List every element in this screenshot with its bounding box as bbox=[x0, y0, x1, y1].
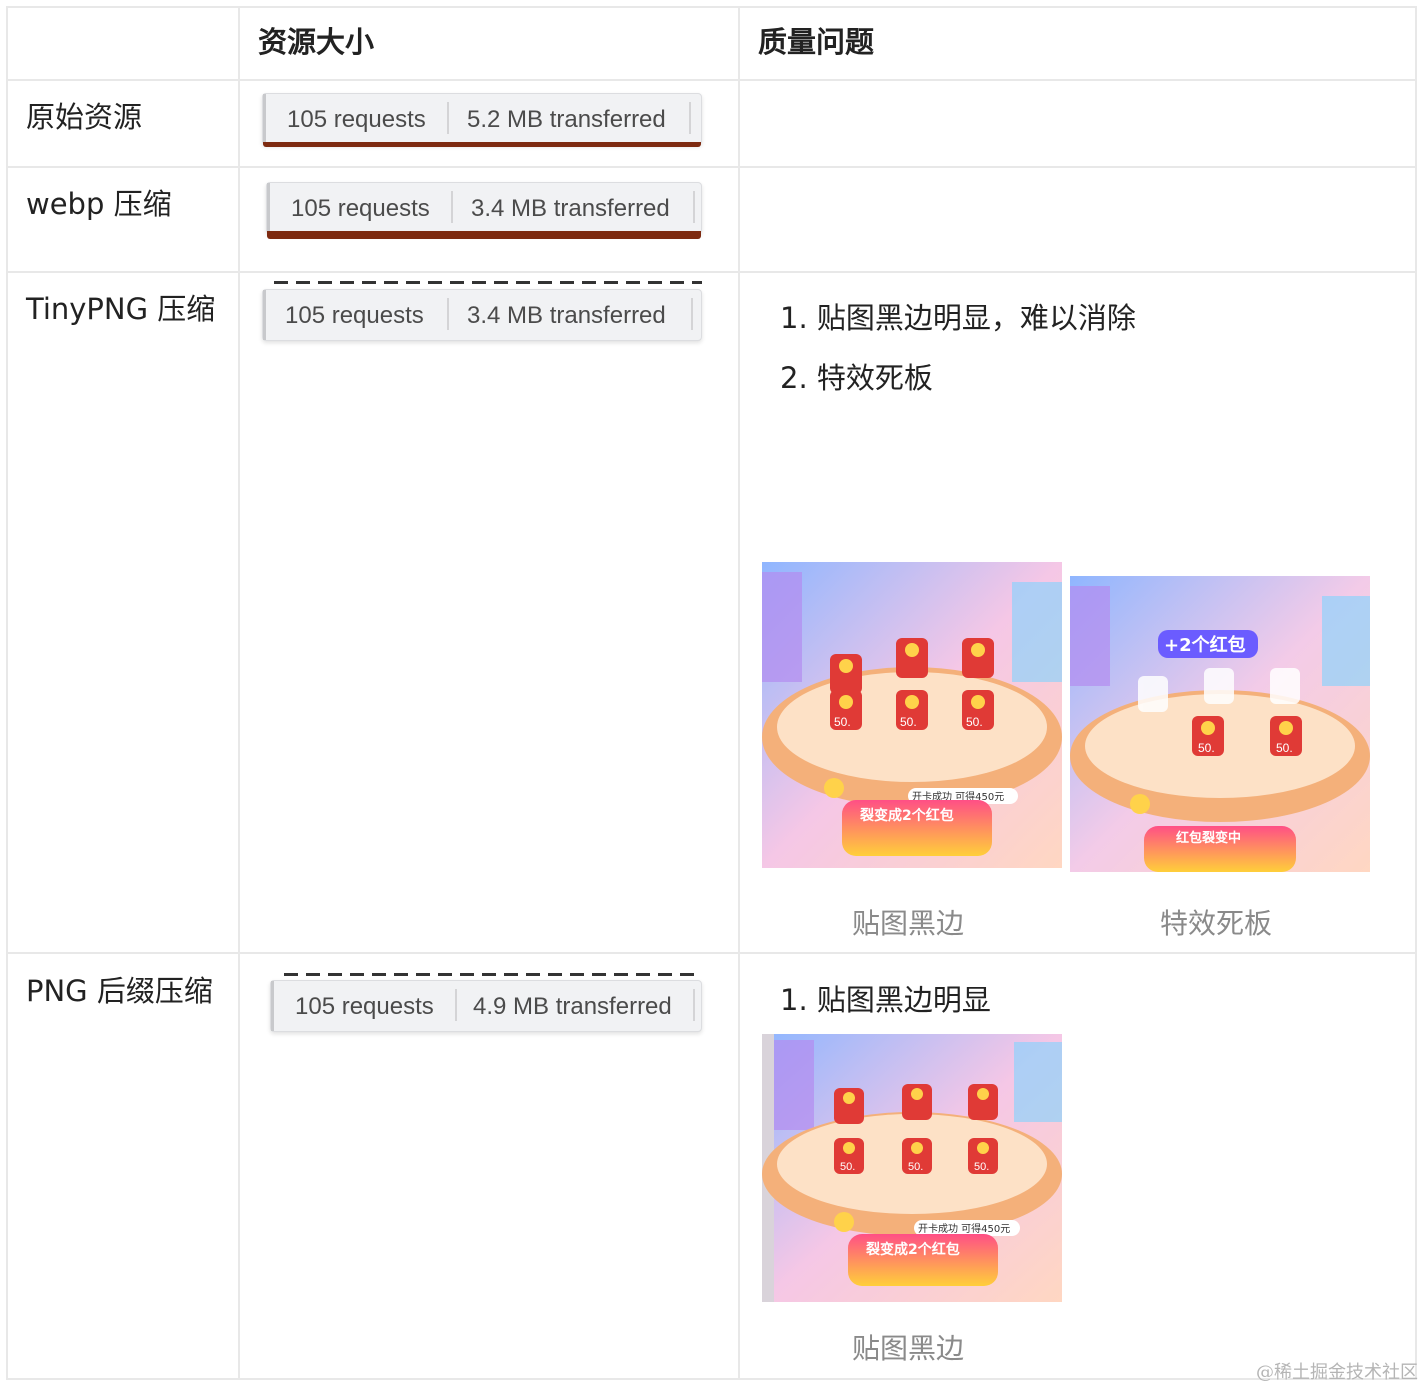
issue-item: 1. 贴图黑边明显，难以消除 bbox=[780, 301, 1136, 335]
row-label-original: 原始资源 bbox=[26, 100, 143, 134]
splitting-button-label: 红包裂变中 bbox=[1176, 830, 1241, 846]
network-summary-panel: 105 requests 4.9 MB transferred bbox=[270, 980, 702, 1032]
svg-text:50.: 50. bbox=[966, 715, 983, 729]
svg-text:50.: 50. bbox=[834, 715, 851, 729]
screenshot-black-edge: 50. 50. 50. 开卡成功 可得450元 裂变成2个红包 bbox=[762, 562, 1062, 868]
watermark: @稀土掘金技术社区 bbox=[1256, 1362, 1418, 1383]
cropped-url-text bbox=[274, 278, 702, 286]
requests-count: 105 requests bbox=[291, 195, 430, 222]
success-tag: 开卡成功 可得450元 bbox=[918, 1222, 1010, 1235]
table-border-right bbox=[1415, 6, 1417, 1380]
transferred-size: 3.4 MB transferred bbox=[471, 195, 670, 222]
header-resource-size: 资源大小 bbox=[258, 25, 375, 59]
row-label-png-suffix: PNG 后缀压缩 bbox=[26, 974, 213, 1008]
svg-text:50.: 50. bbox=[900, 715, 917, 729]
screenshot-stiff-effect: +2个红包 50. 50. 红包裂变中 bbox=[1070, 576, 1370, 872]
column-divider bbox=[238, 6, 240, 1380]
svg-text:50.: 50. bbox=[908, 1161, 923, 1173]
table-border-bottom bbox=[6, 1378, 1417, 1380]
row-divider bbox=[6, 952, 1417, 954]
row-label-webp: webp 压缩 bbox=[26, 187, 172, 221]
game-scene-image: 50. 50. 50. 开卡成功 可得450元 裂变成2个红包 bbox=[762, 562, 1062, 868]
table-border-left bbox=[6, 6, 8, 1380]
row-divider bbox=[6, 166, 1417, 168]
comparison-table: 资源大小 质量问题 原始资源 105 requests 5.2 MB trans… bbox=[6, 6, 1417, 1380]
cropped-url-text bbox=[284, 970, 702, 978]
network-summary-panel: 105 requests 3.4 MB transferred bbox=[266, 182, 702, 239]
svg-text:50.: 50. bbox=[1198, 741, 1215, 755]
network-summary-panel: 105 requests 5.2 MB transferred bbox=[262, 93, 702, 147]
table-border-top bbox=[6, 6, 1417, 8]
requests-count: 105 requests bbox=[287, 106, 426, 133]
game-scene-image: +2个红包 50. 50. 红包裂变中 bbox=[1070, 576, 1370, 872]
svg-text:50.: 50. bbox=[1276, 741, 1293, 755]
row-divider bbox=[6, 79, 1417, 81]
column-divider bbox=[738, 6, 740, 1380]
issue-item: 2. 特效死板 bbox=[780, 361, 933, 395]
split-button-label: 裂变成2个红包 bbox=[865, 1241, 960, 1258]
caption-black-edge: 贴图黑边 bbox=[852, 1332, 965, 1365]
game-scene-image: 50. 50. 50. 开卡成功 可得450元 裂变成2个红包 bbox=[762, 1034, 1062, 1302]
caption-stiff-effect: 特效死板 bbox=[1160, 907, 1273, 940]
svg-text:50.: 50. bbox=[840, 1161, 855, 1173]
requests-count: 105 requests bbox=[295, 993, 434, 1020]
screenshot-black-edge-png: 50. 50. 50. 开卡成功 可得450元 裂变成2个红包 bbox=[762, 1034, 1062, 1302]
requests-count: 105 requests bbox=[285, 302, 424, 329]
bonus-badge: +2个红包 bbox=[1164, 634, 1246, 656]
transferred-size: 5.2 MB transferred bbox=[467, 106, 666, 133]
transferred-size: 3.4 MB transferred bbox=[467, 302, 666, 329]
network-summary-panel: 105 requests 3.4 MB transferred bbox=[262, 289, 702, 341]
row-divider bbox=[6, 271, 1417, 273]
split-button-label: 裂变成2个红包 bbox=[859, 807, 954, 824]
transferred-size: 4.9 MB transferred bbox=[473, 993, 672, 1020]
caption-black-edge: 贴图黑边 bbox=[852, 907, 965, 940]
row-label-tinypng: TinyPNG 压缩 bbox=[26, 292, 216, 326]
header-quality-issues: 质量问题 bbox=[758, 25, 875, 59]
svg-text:50.: 50. bbox=[974, 1161, 989, 1173]
issue-item: 1. 贴图黑边明显 bbox=[780, 983, 991, 1017]
